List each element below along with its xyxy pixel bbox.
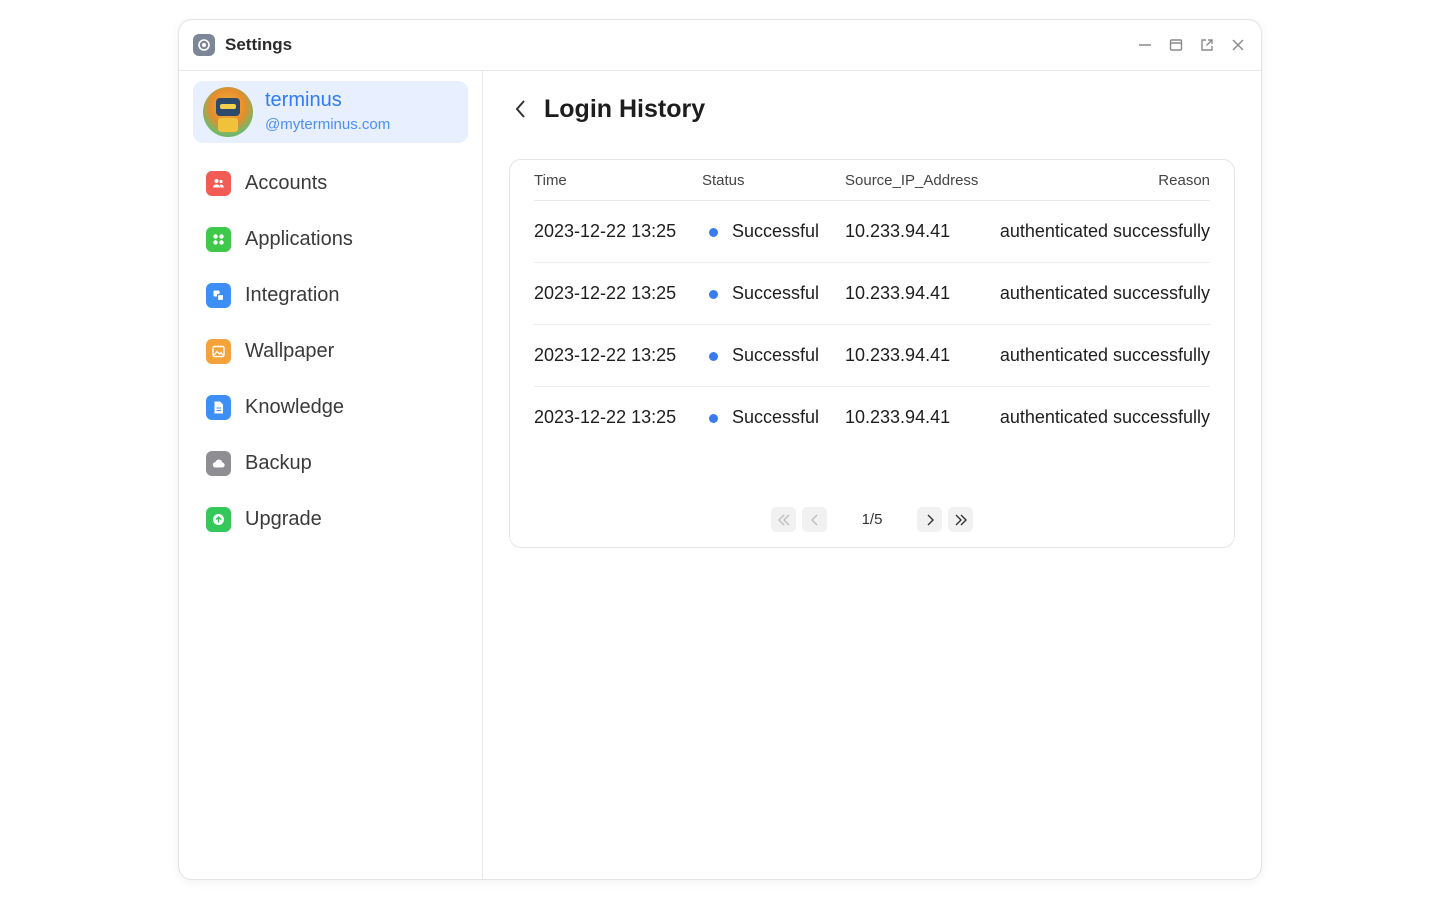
profile-card[interactable]: terminus @myterminus.com: [193, 81, 468, 143]
avatar: [203, 87, 253, 137]
title-bar: Settings: [179, 20, 1261, 71]
page-indicator: 1/5: [861, 511, 883, 528]
profile-name: terminus: [265, 89, 342, 111]
pagination: 1/5: [510, 507, 1234, 532]
login-history-table: Time Status Source_IP_Address Reason 202…: [534, 160, 1210, 448]
column-header-time: Time: [534, 160, 702, 201]
table-header-row: Time Status Source_IP_Address Reason: [534, 160, 1210, 201]
integration-icon: [206, 282, 231, 308]
minimize-icon[interactable]: [1135, 36, 1154, 55]
cell-status: Successful: [702, 200, 845, 263]
status-text: Successful: [732, 407, 820, 427]
cell-time: 2023-12-22 13:25: [534, 200, 702, 263]
status-text: Successful: [732, 221, 820, 241]
page-title: Login History: [544, 94, 706, 123]
first-page-button[interactable]: [771, 507, 796, 532]
cell-time: 2023-12-22 13:25: [534, 324, 702, 387]
status-text: Successful: [732, 345, 820, 365]
double-chevron-right-icon: [955, 514, 967, 525]
cell-time: 2023-12-22 13:25: [534, 262, 702, 325]
profile-domain: @myterminus.com: [265, 116, 391, 133]
cell-ip: 10.233.94.41: [845, 262, 995, 325]
backup-icon: [206, 450, 231, 476]
wallpaper-icon: [206, 338, 231, 364]
column-header-status: Status: [702, 160, 845, 201]
status-text: Successful: [732, 283, 820, 303]
sidebar-item-label: Integration: [245, 283, 340, 306]
sidebar: terminus @myterminus.com Accounts Applic…: [179, 71, 483, 879]
cell-ip: 10.233.94.41: [845, 407, 951, 427]
column-header-source-ip: Source_IP_Address: [845, 160, 995, 201]
cell-status: Successful: [702, 262, 845, 325]
double-chevron-left-icon: [777, 514, 789, 525]
cell-reason: authenticated successfully: [995, 200, 1210, 263]
knowledge-icon: [206, 394, 231, 420]
sidebar-item-wallpaper[interactable]: Wallpaper: [193, 323, 468, 379]
settings-icon: [193, 34, 215, 56]
last-page-button[interactable]: [948, 507, 973, 532]
chevron-left-icon: [810, 514, 817, 525]
chevron-right-icon: [927, 514, 934, 525]
maximize-icon[interactable]: [1166, 36, 1185, 55]
prev-page-button[interactable]: [802, 507, 827, 532]
window-title: Settings: [225, 35, 293, 54]
close-icon[interactable]: [1228, 36, 1247, 55]
status-dot-icon: [709, 289, 718, 299]
table-row: 2023-12-22 13:25 Successful 10.233.94.41…: [534, 324, 1210, 387]
main-content: Login History Time Status Source_IP_Addr…: [483, 71, 1261, 879]
sidebar-item-label: Backup: [245, 451, 312, 474]
status-dot-icon: [709, 227, 718, 237]
table-row: 2023-12-22 13:25 Successful 10.233.94.41…: [534, 200, 1210, 263]
cell-reason: authenticated successfully: [995, 324, 1210, 387]
cell-time: 2023-12-22 13:25: [534, 407, 677, 427]
sidebar-item-label: Knowledge: [245, 395, 344, 418]
cell-ip: 10.233.94.41: [845, 200, 995, 263]
status-dot-icon: [709, 351, 718, 361]
sidebar-item-upgrade[interactable]: Upgrade: [193, 491, 468, 547]
sidebar-item-integration[interactable]: Integration: [193, 267, 468, 323]
sidebar-nav: Accounts Applications Integration Wallpa…: [193, 155, 468, 547]
window-controls: [1135, 36, 1247, 55]
cell-reason: authenticated successfully: [995, 262, 1210, 325]
sidebar-item-label: Applications: [245, 227, 353, 250]
table-row: 2023-12-22 13:25 Successful 10.233.94.41…: [534, 262, 1210, 325]
sidebar-item-label: Wallpaper: [245, 339, 335, 362]
cell-reason: authenticated successfully: [999, 407, 1210, 427]
next-page-button[interactable]: [917, 507, 942, 532]
login-history-card: Time Status Source_IP_Address Reason 202…: [509, 159, 1235, 548]
chevron-left-icon: [515, 100, 525, 118]
sidebar-item-accounts[interactable]: Accounts: [193, 155, 468, 211]
back-button[interactable]: [509, 97, 533, 121]
column-header-reason: Reason: [995, 160, 1210, 201]
cell-status: Successful: [702, 324, 845, 387]
table-row: 2023-12-22 13:25 Successful 10.233.94.41…: [534, 387, 1210, 449]
sidebar-item-knowledge[interactable]: Knowledge: [193, 379, 468, 435]
open-external-icon[interactable]: [1197, 36, 1216, 55]
applications-icon: [206, 226, 231, 252]
sidebar-item-label: Accounts: [245, 171, 328, 194]
sidebar-item-applications[interactable]: Applications: [193, 211, 468, 267]
accounts-icon: [206, 170, 231, 196]
settings-window: Settings terminus @myterminus.com Accoun…: [178, 19, 1262, 880]
cell-status: Successful: [702, 387, 845, 449]
upgrade-icon: [206, 506, 231, 532]
cell-ip: 10.233.94.41: [845, 324, 995, 387]
status-dot-icon: [709, 413, 718, 423]
page-header: Login History: [509, 93, 1235, 125]
sidebar-item-backup[interactable]: Backup: [193, 435, 468, 491]
sidebar-item-label: Upgrade: [245, 507, 322, 530]
